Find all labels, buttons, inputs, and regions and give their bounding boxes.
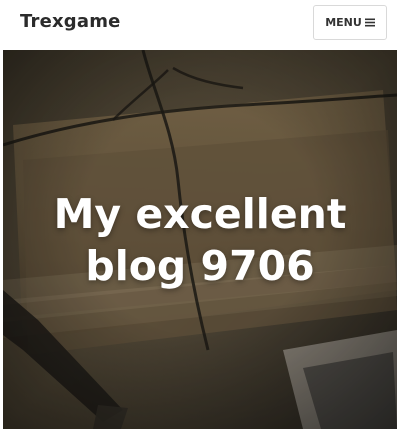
hero-title: My excellent blog 9706 xyxy=(3,188,397,292)
site-brand-link[interactable]: Trexgame xyxy=(20,11,121,32)
hero-banner: My excellent blog 9706 xyxy=(3,50,397,429)
hero-title-line-1: My excellent xyxy=(53,190,347,238)
menu-button-label: MENU xyxy=(325,16,362,29)
site-header: Trexgame MENU xyxy=(0,0,399,47)
menu-button[interactable]: MENU xyxy=(313,5,387,40)
hero-title-line-2: blog 9706 xyxy=(85,242,315,290)
hamburger-icon xyxy=(364,18,375,27)
